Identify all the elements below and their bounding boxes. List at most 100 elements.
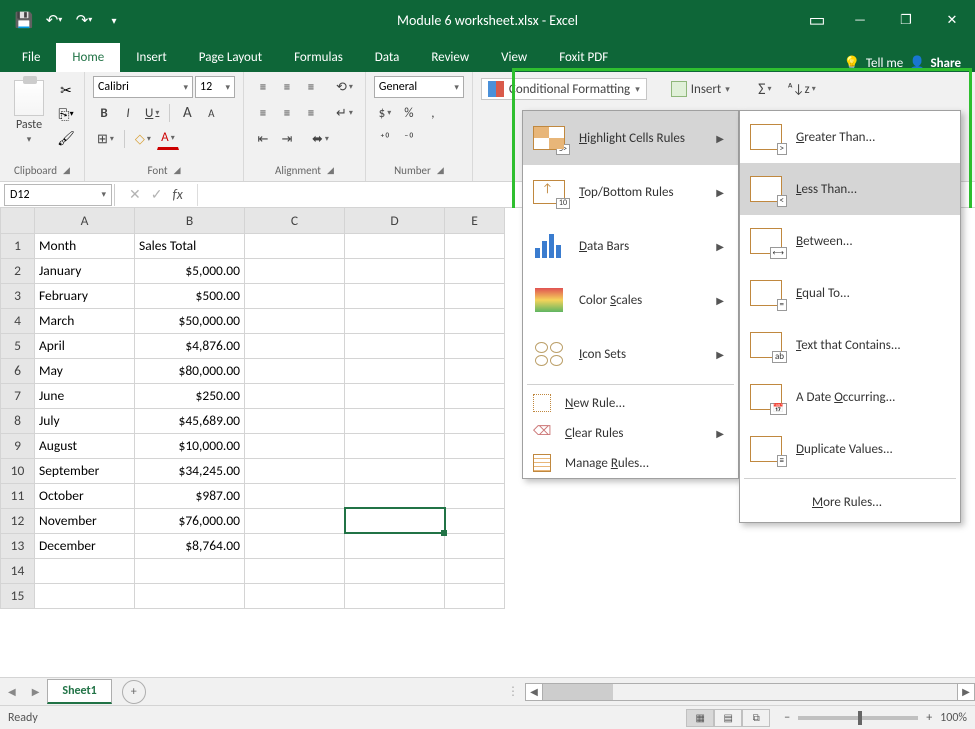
format-painter-button[interactable]: 🖌 [56, 128, 76, 148]
qat-customize[interactable]: ▾ [100, 6, 128, 34]
cell[interactable] [445, 458, 505, 483]
tab-page-layout[interactable]: Page Layout [183, 43, 278, 72]
sheet-nav-prev[interactable]: ◀ [0, 685, 24, 698]
cell[interactable]: $4,876.00 [135, 333, 245, 358]
close-button[interactable]: ✕ [929, 0, 975, 40]
tab-foxit-pdf[interactable]: Foxit PDF [543, 43, 624, 72]
cell[interactable]: February [35, 283, 135, 308]
cell[interactable] [445, 283, 505, 308]
ribbon-options-button[interactable]: ▭ [797, 0, 837, 40]
cell[interactable] [345, 283, 445, 308]
menu-item-topbottom[interactable]: 10Top/Bottom Rules▶ [523, 165, 738, 219]
cell[interactable]: $250.00 [135, 383, 245, 408]
autosum-button[interactable]: Σ [754, 78, 776, 100]
cell[interactable]: $987.00 [135, 483, 245, 508]
tell-me[interactable]: 💡Tell me [843, 55, 903, 72]
accounting-format-button[interactable]: $ [374, 102, 396, 124]
cell[interactable]: October [35, 483, 135, 508]
tab-view[interactable]: View [485, 43, 543, 72]
column-header-b[interactable]: B [135, 208, 245, 233]
row-header[interactable]: 5 [1, 333, 35, 358]
cell[interactable]: $5,000.00 [135, 258, 245, 283]
tab-home[interactable]: Home [56, 43, 120, 72]
cell[interactable] [345, 408, 445, 433]
font-name-combo[interactable]: Calibri▾ [93, 76, 193, 98]
tab-insert[interactable]: Insert [120, 43, 183, 72]
cell[interactable] [345, 358, 445, 383]
cell[interactable]: $8,764.00 [135, 533, 245, 558]
undo-button[interactable]: ↶▾ [40, 6, 68, 34]
decrease-decimal-button[interactable]: ⁻⁰ [398, 128, 420, 150]
menu-item-manage[interactable]: Manage Rules... [523, 448, 738, 478]
cell[interactable]: September [35, 458, 135, 483]
menu-item-date[interactable]: 📅A Date Occurring... [740, 371, 960, 423]
zoom-out-button[interactable]: − [784, 711, 790, 725]
row-header[interactable]: 7 [1, 383, 35, 408]
cell[interactable]: July [35, 408, 135, 433]
row-header[interactable]: 8 [1, 408, 35, 433]
cell[interactable] [135, 558, 245, 583]
cell[interactable] [345, 458, 445, 483]
cell[interactable]: $34,245.00 [135, 458, 245, 483]
cell[interactable] [345, 433, 445, 458]
maximize-button[interactable]: ❐ [883, 0, 929, 40]
font-launcher[interactable]: ◢ [174, 165, 181, 176]
bold-button[interactable]: B [93, 102, 115, 124]
cell[interactable] [245, 558, 345, 583]
cell[interactable] [135, 583, 245, 608]
save-button[interactable]: 💾 [10, 6, 38, 34]
cell[interactable] [245, 333, 345, 358]
scroll-right-button[interactable]: ▶ [957, 683, 975, 701]
cell[interactable] [245, 583, 345, 608]
tab-file[interactable]: File [6, 43, 56, 72]
row-header[interactable]: 12 [1, 508, 35, 533]
cell[interactable] [245, 308, 345, 333]
cell[interactable]: $500.00 [135, 283, 245, 308]
horizontal-scrollbar[interactable]: ◀ ▶ [525, 683, 975, 701]
share-button[interactable]: 👤Share [909, 56, 961, 71]
insert-cells-button[interactable]: Insert ▾ [667, 78, 734, 100]
row-header[interactable]: 3 [1, 283, 35, 308]
cell[interactable] [345, 583, 445, 608]
menu-item-equal[interactable]: =Equal To... [740, 267, 960, 319]
paste-button[interactable]: Paste ▾ [8, 76, 50, 145]
cell[interactable] [245, 433, 345, 458]
italic-button[interactable]: I [117, 102, 139, 124]
cell[interactable] [245, 258, 345, 283]
grow-font-button[interactable]: A [176, 102, 198, 124]
cell[interactable] [445, 433, 505, 458]
align-right-button[interactable]: ≡ [300, 102, 322, 124]
wrap-text-button[interactable]: ↵ [332, 102, 357, 124]
row-header[interactable]: 13 [1, 533, 35, 558]
underline-button[interactable]: U [141, 102, 163, 124]
cell[interactable]: May [35, 358, 135, 383]
cell[interactable] [345, 508, 445, 533]
percent-format-button[interactable]: % [398, 102, 420, 124]
cell[interactable]: $45,689.00 [135, 408, 245, 433]
tab-formulas[interactable]: Formulas [278, 43, 359, 72]
cell[interactable]: November [35, 508, 135, 533]
cell[interactable]: $80,000.00 [135, 358, 245, 383]
font-size-combo[interactable]: 12▾ [195, 76, 235, 98]
clipboard-launcher[interactable]: ◢ [63, 165, 70, 176]
decrease-indent-button[interactable]: ⇤ [252, 128, 274, 150]
column-header-a[interactable]: A [35, 208, 135, 233]
row-header[interactable]: 6 [1, 358, 35, 383]
number-format-combo[interactable]: General▾ [374, 76, 464, 98]
row-header[interactable]: 2 [1, 258, 35, 283]
cell[interactable] [345, 558, 445, 583]
view-page-layout-button[interactable]: ▤ [714, 709, 742, 727]
cell[interactable] [445, 408, 505, 433]
cell[interactable] [445, 358, 505, 383]
cell[interactable] [445, 258, 505, 283]
row-header[interactable]: 4 [1, 308, 35, 333]
cell[interactable] [345, 258, 445, 283]
cell[interactable] [445, 533, 505, 558]
menu-item-gt[interactable]: >Greater Than... [740, 111, 960, 163]
cell[interactable] [245, 458, 345, 483]
name-box[interactable]: D12▾ [4, 184, 112, 206]
menu-item-databars[interactable]: Data Bars▶ [523, 219, 738, 273]
cell[interactable]: April [35, 333, 135, 358]
row-header[interactable]: 14 [1, 558, 35, 583]
menu-item-dup[interactable]: ≡Duplicate Values... [740, 423, 960, 475]
